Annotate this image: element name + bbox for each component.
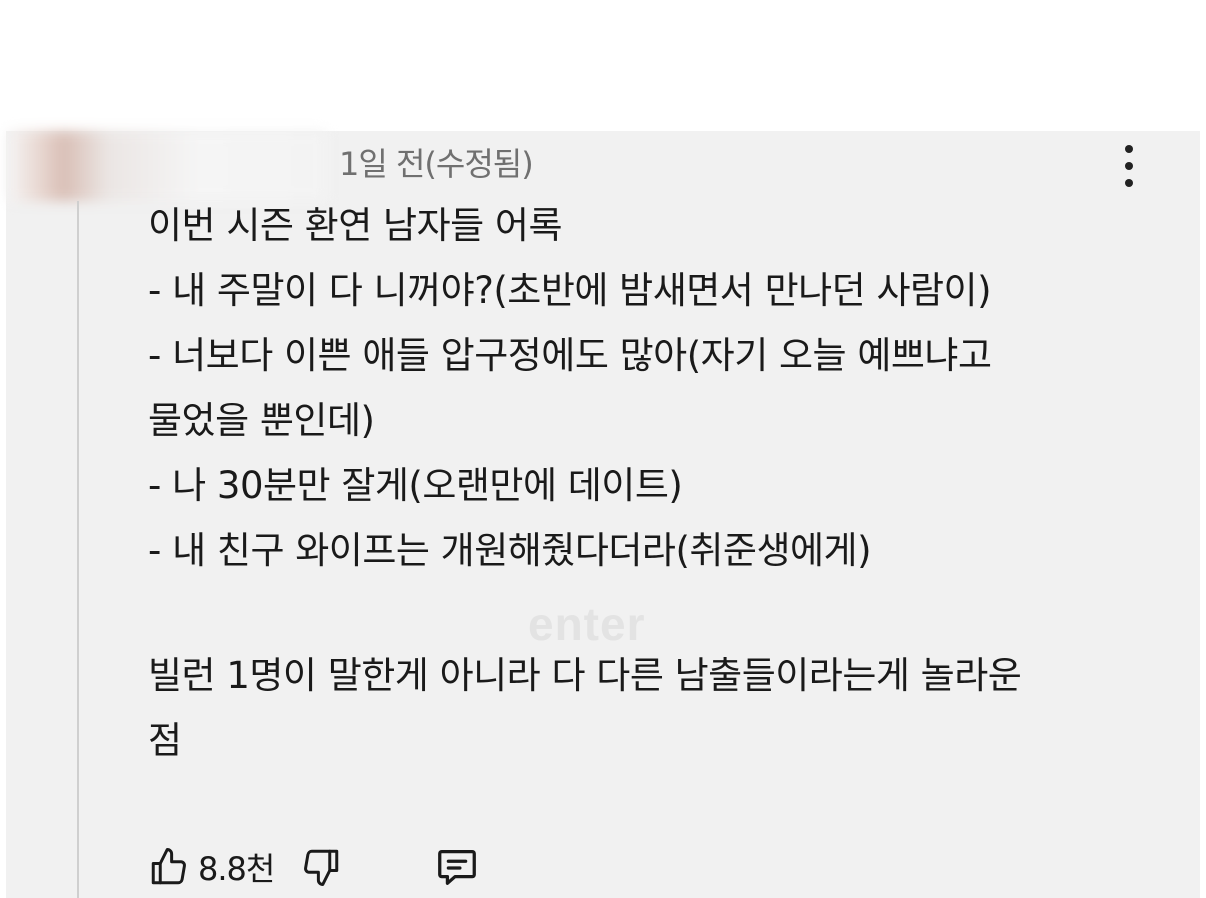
comment-line: 점 [148,719,182,762]
comment-line: - 너보다 이쁜 애들 압구정에도 많아(자기 오늘 예쁘냐고 [148,334,992,377]
watermark-text: enter [528,598,646,650]
comment-line: - 나 30분만 잘게(오랜만에 데이트) [148,464,683,507]
comment-line: 물었을 뿐인데) [148,399,375,442]
comment-body: 이번 시즌 환연 남자들 어록 - 내 주말이 다 니꺼야?(초반에 밤새면서 … [148,193,1188,773]
comment-line: 빌런 1명이 말한게 아니라 다 다른 남출들이라는게 놀라운 [148,654,1022,697]
like-count: 8.8천 [198,850,275,888]
comment-line: - 내 주말이 다 니꺼야?(초반에 밤새면서 만나던 사람이) [148,269,992,312]
comment-actions: 8.8천 [148,841,480,893]
thumbs-down-icon[interactable] [300,846,342,888]
comment-icon[interactable] [434,844,480,890]
comment-line: - 내 친구 와이프는 개원해줬다더라(취준생에게) [148,529,872,572]
comment-card: 1일 전(수정됨) 이번 시즌 환연 남자들 어록 - 내 주말이 다 니꺼야?… [6,131,1200,898]
thumbs-up-icon[interactable] [148,846,190,888]
comment-timestamp: 1일 전(수정됨) [339,145,534,183]
thread-line [77,201,79,898]
more-options-icon[interactable] [1114,145,1144,187]
blurred-author-avatar [6,131,326,201]
comment-line: 이번 시즌 환연 남자들 어록 [148,204,562,247]
